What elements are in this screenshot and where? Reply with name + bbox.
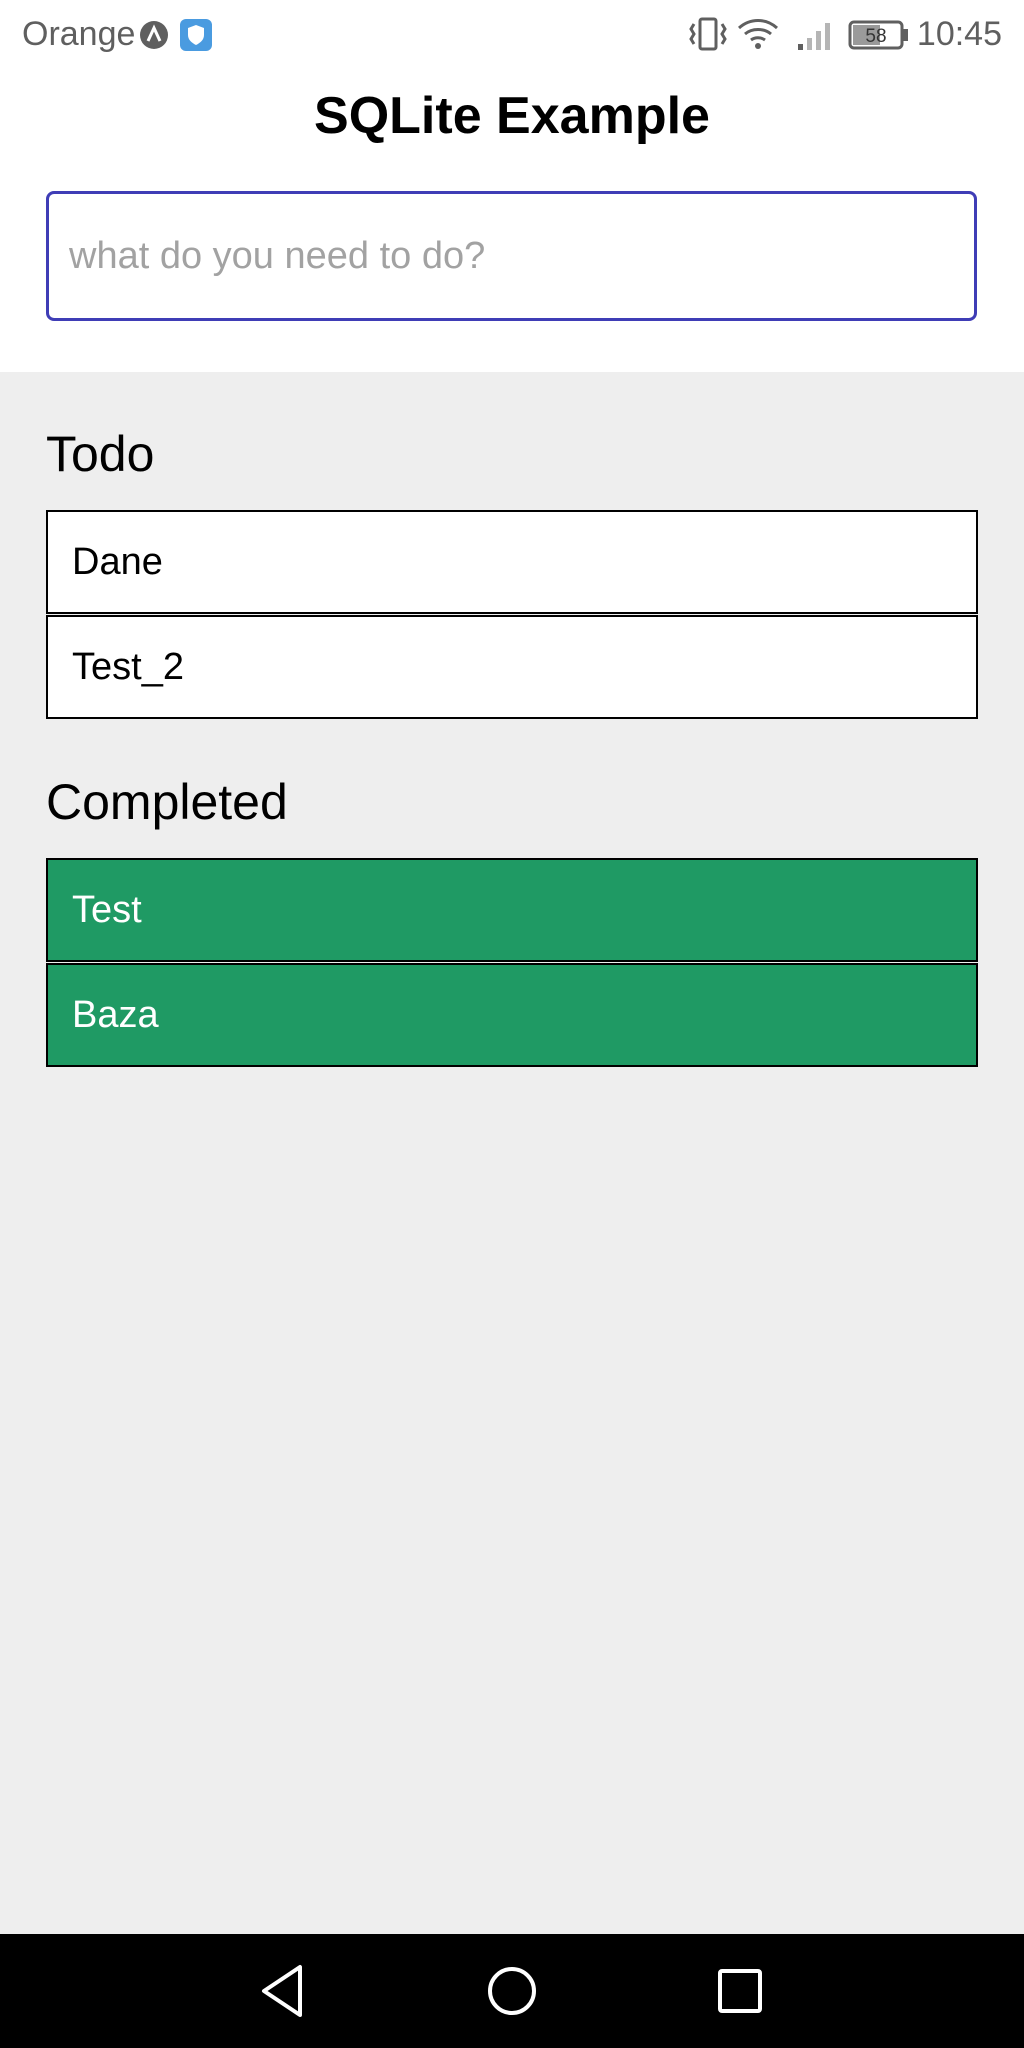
- recents-icon[interactable]: [708, 1959, 772, 2023]
- header: SQLite Example: [0, 70, 1024, 372]
- carrier-name: Orange: [22, 15, 136, 53]
- completed-item[interactable]: Baza: [46, 963, 978, 1067]
- vibrate-icon: [686, 16, 730, 57]
- completed-item[interactable]: Test: [46, 858, 978, 962]
- new-todo-input[interactable]: [46, 191, 977, 321]
- signal-icon: [796, 16, 836, 57]
- todo-heading: Todo: [46, 426, 155, 482]
- todo-item-label: Dane: [72, 540, 163, 583]
- home-icon[interactable]: [480, 1959, 544, 2023]
- app-a-icon: [139, 20, 169, 55]
- battery-icon: 58: [848, 20, 910, 55]
- clock: 10:45: [916, 15, 1002, 53]
- todo-item[interactable]: Dane: [46, 510, 978, 614]
- shield-icon: [180, 19, 212, 56]
- completed-item-label: Baza: [72, 993, 159, 1036]
- navigation-bar: [0, 1934, 1024, 2048]
- completed-item-label: Test: [72, 888, 142, 931]
- app-screen: Orange 58 10:45 SQLite Example what do y…: [0, 0, 1024, 2048]
- todo-item[interactable]: Test_2: [46, 615, 978, 719]
- page-title: SQLite Example: [314, 87, 710, 145]
- completed-heading: Completed: [46, 774, 288, 830]
- battery-level: 58: [865, 26, 886, 47]
- wifi-icon: [736, 16, 780, 57]
- todo-item-label: Test_2: [72, 645, 184, 688]
- status-bar: Orange 58 10:45: [0, 0, 1024, 70]
- back-icon[interactable]: [252, 1959, 316, 2023]
